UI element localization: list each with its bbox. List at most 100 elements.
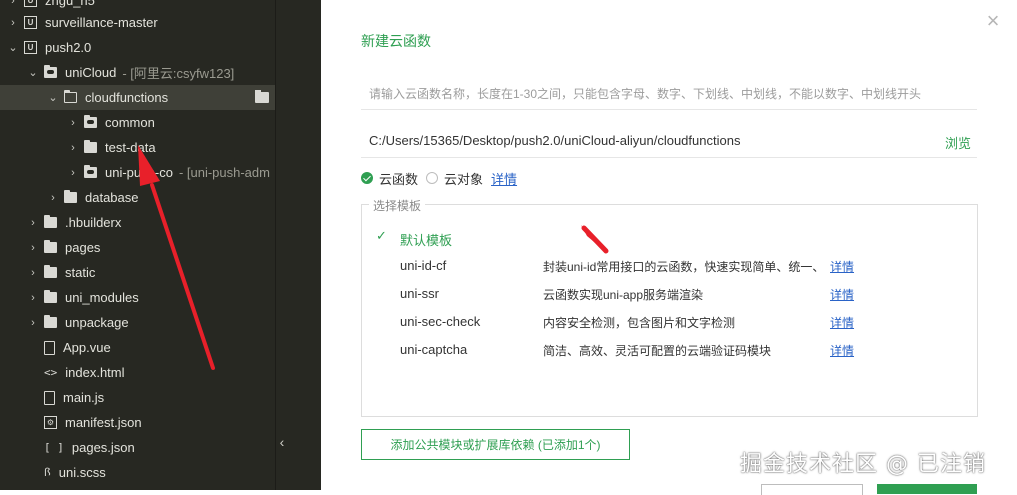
tree-item-label: database: [85, 190, 139, 205]
chevron-right-icon[interactable]: ›: [28, 242, 38, 254]
template-desc: 内容安全检测，包含图片和文字检测: [543, 316, 736, 330]
template-item-uni-ssr[interactable]: uni-ssr 云函数实现uni-app服务端渲染 详情: [362, 283, 977, 305]
cloud-folder-icon: [44, 65, 57, 78]
tree-item-label: surveillance-master: [45, 15, 158, 30]
radio-cloud-object[interactable]: [426, 172, 439, 184]
tree-item-uni-push-co[interactable]: › uni-push-co - [uni-push-adm: [0, 160, 275, 185]
tree-item-label: test-data: [105, 140, 156, 155]
template-desc: 简洁、高效、灵活可配置的云端验证码模块: [543, 344, 772, 358]
browse-button[interactable]: 浏览: [945, 133, 971, 152]
project-icon: U: [24, 16, 37, 29]
html-file-icon: <>: [44, 366, 58, 379]
function-type-group: 云函数 云对象 详情: [361, 169, 517, 187]
chevron-down-icon[interactable]: ⌄: [8, 41, 18, 54]
tree-item-label: uni.scss: [58, 465, 106, 480]
template-detail-link[interactable]: 详情: [830, 286, 854, 303]
tree-item-label: common: [105, 115, 155, 130]
template-name: uni-id-cf: [400, 258, 447, 273]
chevron-right-icon[interactable]: ›: [68, 167, 78, 179]
tree-item-main-js[interactable]: main.js: [0, 385, 275, 410]
folder-icon[interactable]: [255, 90, 269, 103]
tree-item-unicloud[interactable]: ⌄ uniCloud - [阿里云:csyfw123]: [0, 60, 275, 85]
template-desc: 云函数实现uni-app服务端渲染: [543, 288, 704, 302]
chevron-right-icon[interactable]: ›: [8, 0, 18, 7]
folder-icon: [44, 265, 57, 278]
tree-item-push2[interactable]: ⌄ U push2.0: [0, 35, 275, 60]
new-cloud-function-dialog: 新建云函数 × C:/Users/15365/Desktop/push2.0/u…: [321, 0, 1017, 495]
folder-icon: [44, 240, 57, 253]
close-icon[interactable]: ×: [985, 10, 1001, 32]
create-button[interactable]: [877, 484, 977, 494]
chevron-down-icon[interactable]: ⌄: [48, 91, 58, 104]
tree-item-test-data[interactable]: › test-data: [0, 135, 275, 160]
tree-item-index-html[interactable]: <> index.html: [0, 360, 275, 385]
template-name: uni-ssr: [400, 286, 440, 301]
folder-icon: [84, 140, 97, 153]
tree-item-label: manifest.json: [65, 415, 142, 430]
watermark: 掘金技术社区 @ 已注销: [740, 452, 986, 477]
folder-icon: [64, 190, 77, 203]
tree-item-label: .hbuilderx: [65, 215, 122, 230]
template-name: 默认模板: [400, 233, 453, 248]
tree-item-app-vue[interactable]: App.vue: [0, 335, 275, 360]
settings-file-icon: ⚙: [44, 416, 57, 429]
tree-item-manifest-json[interactable]: ⚙ manifest.json: [0, 410, 275, 435]
tree-item-unpackage[interactable]: › unpackage: [0, 310, 275, 335]
radio-label-cloud-function[interactable]: 云函数: [379, 169, 418, 188]
chevron-right-icon[interactable]: ›: [68, 142, 78, 154]
collapse-panel-icon[interactable]: ‹: [276, 432, 288, 452]
template-detail-link[interactable]: 详情: [830, 342, 854, 359]
json-file-icon: [ ]: [44, 441, 64, 454]
tree-item-label: App.vue: [63, 340, 111, 355]
template-item-uni-captcha[interactable]: uni-captcha 简洁、高效、灵活可配置的云端验证码模块 详情: [362, 339, 977, 361]
tree-item-label: uni-push-co: [105, 165, 173, 180]
tree-item-pages[interactable]: › pages: [0, 235, 275, 260]
folder-open-icon: [64, 90, 77, 103]
template-name: uni-sec-check: [400, 314, 481, 329]
tree-item-pages-json[interactable]: [ ] pages.json: [0, 435, 275, 460]
js-file-icon: [44, 390, 55, 405]
tree-item-label: main.js: [63, 390, 105, 405]
cloud-folder-icon: [84, 115, 97, 128]
tree-item-cloudfunctions[interactable]: ⌄ cloudfunctions: [0, 85, 275, 110]
tree-item-static[interactable]: › static: [0, 260, 275, 285]
tree-item-label: pages: [65, 240, 101, 255]
tree-item-common[interactable]: › common: [0, 110, 275, 135]
path-field[interactable]: C:/Users/15365/Desktop/push2.0/uniCloud-…: [361, 126, 977, 158]
template-item-uni-id-cf[interactable]: uni-id-cf 封装uni-id常用接口的云函数，快速实现简单、统一、 详情: [362, 255, 977, 277]
tree-item-database[interactable]: › database: [0, 185, 275, 210]
chevron-right-icon[interactable]: ›: [68, 117, 78, 129]
chevron-right-icon[interactable]: ›: [48, 192, 58, 204]
template-item-uni-sec-check[interactable]: uni-sec-check 内容安全检测，包含图片和文字检测 详情: [362, 311, 977, 333]
tree-item-uni-modules[interactable]: › uni_modules: [0, 285, 275, 310]
tree-item-suffix: - [阿里云:csyfw123]: [122, 66, 235, 81]
template-item-default[interactable]: ✓ 默认模板: [362, 227, 977, 249]
radio-cloud-function[interactable]: [361, 172, 373, 184]
radio-label-cloud-object[interactable]: 云对象: [444, 169, 483, 188]
add-module-button[interactable]: 添加公共模块或扩展库依赖 (已添加1个): [361, 429, 630, 460]
tree-item-surveillance-master[interactable]: › U surveillance-master: [0, 10, 275, 35]
project-icon: U: [24, 0, 37, 7]
tree-item-label: static: [65, 265, 96, 280]
tree-item-label: zngu_h5: [45, 0, 95, 8]
tree-item-uni-scss[interactable]: ꟗ uni.scss: [0, 460, 275, 485]
folder-icon: [44, 315, 57, 328]
vue-file-icon: [44, 340, 55, 355]
chevron-right-icon[interactable]: ›: [28, 267, 38, 279]
project-icon: U: [24, 41, 37, 54]
chevron-right-icon[interactable]: ›: [8, 17, 18, 29]
tree-item-suffix: - [uni-push-adm: [178, 165, 270, 180]
chevron-right-icon[interactable]: ›: [28, 292, 38, 304]
tree-item-label: index.html: [65, 365, 125, 380]
panel-divider[interactable]: [275, 0, 322, 490]
chevron-down-icon[interactable]: ⌄: [28, 66, 38, 79]
tree-item-hbuilderx[interactable]: › .hbuilderx: [0, 210, 275, 235]
dialog-title: 新建云函数: [361, 33, 431, 49]
template-legend: 选择模板: [369, 197, 426, 214]
template-detail-link[interactable]: 详情: [830, 314, 854, 331]
type-detail-link[interactable]: 详情: [491, 169, 517, 188]
function-name-input[interactable]: [361, 78, 977, 110]
chevron-right-icon[interactable]: ›: [28, 317, 38, 329]
template-detail-link[interactable]: 详情: [830, 258, 854, 275]
chevron-right-icon[interactable]: ›: [28, 217, 38, 229]
